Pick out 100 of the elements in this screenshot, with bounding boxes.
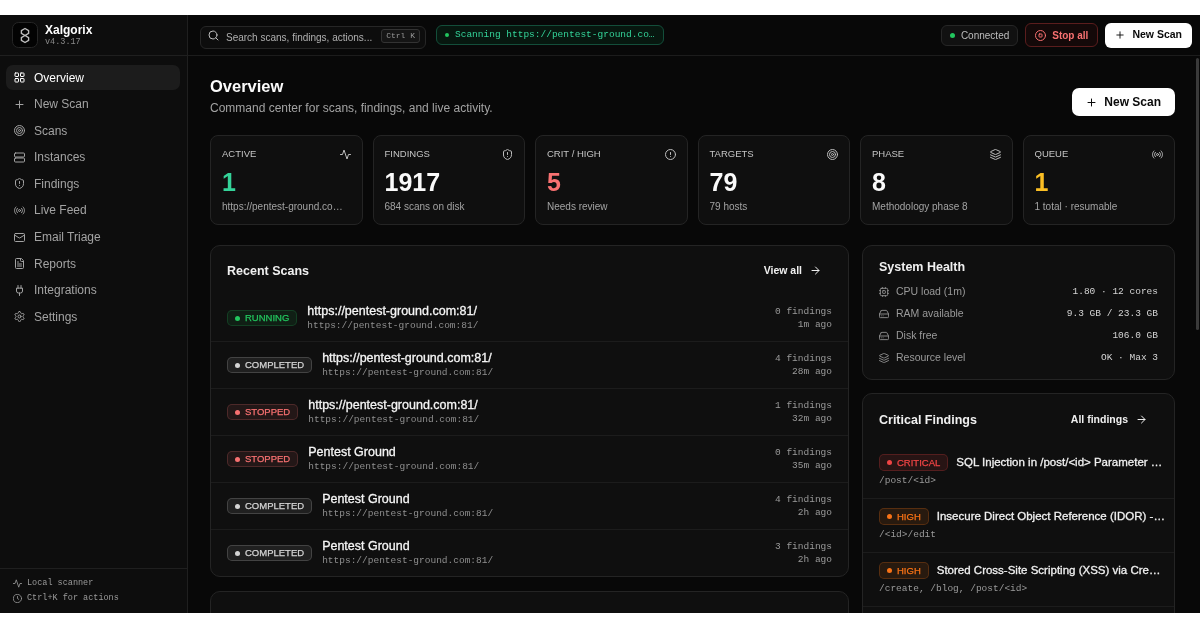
scan-title: Pentest Ground: [322, 492, 411, 507]
plus-icon: [1086, 96, 1098, 108]
new-scan-button[interactable]: New Scan: [1105, 22, 1192, 48]
finding-title: Stored Cross-Site Scripting (XSS) via Cre…: [936, 563, 1161, 578]
view-all-link[interactable]: View all: [752, 260, 832, 281]
scan-title: https://pentest-ground.com:81/: [308, 398, 479, 413]
stat-value: 5: [547, 167, 562, 197]
drive-icon: [879, 331, 889, 341]
shield-icon: [14, 178, 25, 190]
finding-title: SQL Injection in /post/<id> Parameter …: [956, 455, 1163, 470]
nav-item[interactable]: Settings: [6, 304, 180, 330]
nav-item[interactable]: Findings: [6, 171, 180, 197]
scan-url: https://pentest-ground.com:81/: [322, 507, 495, 520]
scan-url: https://pentest-ground.com:81/: [308, 413, 481, 426]
stat-value: 1917: [384, 167, 442, 197]
finding-row[interactable]: HIGH Insecure Direct Object Reference (IDOR) -… /<id>/edit: [863, 499, 1174, 553]
health-label: Disk free: [896, 328, 938, 344]
page-subtitle: Command center for scans, findings, and live activity.: [210, 100, 493, 116]
scan-url: https://pentest-ground.com:81/: [322, 554, 495, 567]
scan-time: 35m ago: [791, 459, 832, 472]
scan-row[interactable]: COMPLETED Pentest Ground https://pentest-ground.com:81/ 4 findings 2h ago: [211, 483, 848, 530]
finding-row[interactable]: CRITICAL SQL Injection in /post/<id> Parameter … /post/<id>: [863, 445, 1174, 499]
section-title: System Health: [879, 259, 967, 275]
scrollbar-thumb[interactable]: [1196, 58, 1199, 330]
broadcast-icon: [1152, 148, 1163, 160]
findings-count: 4 findings: [775, 493, 832, 506]
findings-count: 4 findings: [775, 352, 832, 365]
pulse-icon: [13, 579, 22, 588]
status-text: RUNNING: [245, 312, 290, 324]
health-value: 1.80 · 12 cores: [1072, 284, 1158, 299]
scan-time: 2h ago: [796, 506, 832, 519]
finding-path: /create, /blog, /post/<id>: [879, 582, 1029, 595]
section-title: Critical Findings: [879, 411, 977, 429]
scan-row[interactable]: COMPLETED Pentest Ground https://pentest-ground.com:81/ 3 findings 2h ago: [211, 530, 848, 576]
plus-icon: [1115, 30, 1126, 40]
status-text: COMPLETED: [245, 500, 305, 512]
layers-icon: [989, 148, 1001, 160]
stat-label: TARGETS: [709, 148, 754, 160]
scan-url: https://pentest-ground.com:81/: [322, 366, 495, 379]
scan-title: Pentest Ground: [322, 539, 411, 554]
arrow-right-icon: [1136, 414, 1147, 425]
findings-count: 0 findings: [775, 305, 832, 318]
connection-text: Connected: [960, 28, 1010, 43]
plus-icon: [14, 98, 25, 110]
all-findings-link[interactable]: All findings: [1059, 409, 1158, 430]
settings-icon: [14, 311, 25, 323]
findings-count: 0 findings: [775, 446, 832, 459]
nav-item[interactable]: Scans: [6, 118, 180, 144]
clock-icon: [13, 594, 22, 603]
health-label: Resource level: [896, 350, 966, 366]
scan-title: https://pentest-ground.com:81/: [322, 351, 493, 366]
stat-note: 684 scans on disk: [384, 200, 466, 213]
stat-note: Methodology phase 8: [872, 200, 969, 213]
nav-item[interactable]: Integrations: [6, 277, 180, 303]
scan-url: https://pentest-ground.com:81/: [307, 319, 480, 332]
shield-icon: [502, 148, 513, 160]
stat-label: QUEUE: [1034, 148, 1069, 160]
target-icon: [827, 148, 838, 160]
footer-text: Local scanner: [27, 577, 94, 590]
status-text: COMPLETED: [245, 547, 305, 559]
nav-item[interactable]: Instances: [6, 144, 180, 170]
grid-icon: [14, 72, 25, 83]
section-title: Recent Scans: [227, 262, 309, 280]
nav-item[interactable]: New Scan: [6, 91, 180, 117]
server-icon: [14, 151, 25, 163]
scan-row[interactable]: COMPLETED https://pentest-ground.com:81/ https://pentest-ground.com:81/ 4 findings 28m ago: [211, 342, 848, 389]
status-dot-icon: [949, 32, 955, 38]
cpu-icon: [879, 287, 889, 297]
stat-value: 8: [872, 167, 887, 197]
severity-text: CRITICAL: [897, 456, 941, 469]
scan-time: 1m ago: [796, 318, 832, 331]
findings-count: 1 findings: [775, 399, 832, 412]
stat-note: https://pentest-ground.co…: [222, 200, 344, 213]
stop-all-button[interactable]: Stop all: [1025, 23, 1099, 47]
arrow-right-icon: [810, 265, 821, 276]
stat-value: 79: [709, 167, 739, 197]
alert-circle-icon: [664, 148, 676, 160]
stat-note: Needs review: [547, 200, 609, 213]
nav-item[interactable]: Overview: [6, 65, 180, 90]
stat-value: 1: [222, 167, 237, 197]
finding-row[interactable]: HIGH Stored Cross-Site Scripting (XSS) via Cre… /create, /blog, /post/<id>: [863, 553, 1174, 607]
scan-row[interactable]: STOPPED https://pentest-ground.com:81/ https://pentest-ground.com:81/ 1 findings 32m ago: [211, 389, 848, 436]
scan-time: 32m ago: [791, 412, 832, 425]
mail-icon: [14, 231, 25, 243]
scan-time: 2h ago: [796, 553, 832, 566]
health-label: RAM available: [896, 306, 964, 322]
target-icon: [14, 125, 25, 137]
scan-row[interactable]: RUNNING https://pentest-ground.com:81/ https://pentest-ground.com:81/ 0 findings 1m ago: [211, 295, 848, 342]
new-scan-button[interactable]: New Scan: [1072, 88, 1175, 116]
status-text: COMPLETED: [245, 359, 305, 371]
nav-item[interactable]: Email Triage: [6, 224, 180, 250]
scan-title: Pentest Ground: [308, 445, 397, 460]
finding-path: /<id>/edit: [879, 528, 937, 541]
stat-label: CRIT / HIGH: [547, 148, 601, 160]
findings-count: 3 findings: [775, 540, 832, 553]
nav-item[interactable]: Live Feed: [6, 197, 180, 223]
pulse-icon: [339, 148, 351, 160]
logo-icon: [12, 22, 38, 48]
scan-row[interactable]: STOPPED Pentest Ground https://pentest-ground.com:81/ 0 findings 35m ago: [211, 436, 848, 483]
nav-item[interactable]: Reports: [6, 251, 180, 277]
